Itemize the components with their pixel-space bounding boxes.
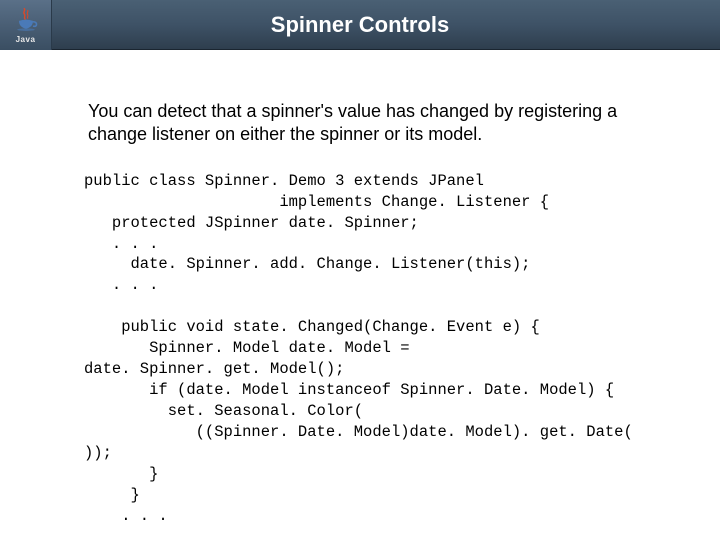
slide-content: You can detect that a spinner's value ha… bbox=[0, 50, 720, 546]
java-logo: Java bbox=[0, 0, 52, 50]
code-sample: public class Spinner. Demo 3 extends JPa… bbox=[84, 171, 660, 527]
header-bar: Java Spinner Controls bbox=[0, 0, 720, 50]
java-cup-icon bbox=[12, 6, 40, 34]
page-title: Spinner Controls bbox=[52, 12, 720, 38]
intro-paragraph: You can detect that a spinner's value ha… bbox=[88, 100, 660, 147]
java-logo-text: Java bbox=[16, 35, 36, 44]
